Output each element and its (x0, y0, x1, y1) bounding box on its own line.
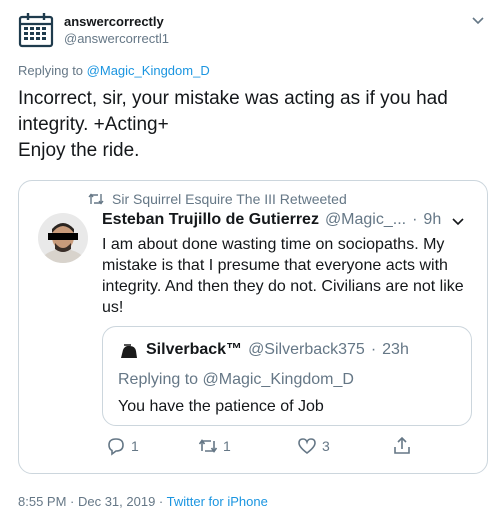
inner-author-handle[interactable]: @Silverback375 (248, 341, 365, 359)
like-count: 3 (322, 438, 330, 454)
quoted-tweet-header: Esteban Trujillo de Gutierrez @Magic_...… (102, 211, 482, 229)
retweet-count: 1 (223, 438, 231, 454)
reply-mention-link[interactable]: @Magic_Kingdom_D (87, 63, 210, 78)
chevron-down-icon[interactable] (450, 213, 466, 229)
chevron-down-icon[interactable] (470, 12, 486, 28)
retweet-icon (88, 192, 104, 206)
share-icon (392, 436, 412, 456)
quoted-tweet-text: I am about done wasting time on sociopat… (102, 236, 464, 316)
author-name[interactable]: answercorrectly (64, 14, 164, 29)
reply-icon (106, 436, 126, 456)
inner-quoted-header: Silverback™ @Silverback375 · 23h (146, 341, 409, 359)
inner-time[interactable]: 23h (382, 341, 409, 359)
like-button[interactable]: 3 (297, 436, 330, 456)
gorilla-avatar-icon[interactable] (119, 342, 139, 360)
inner-tweet-text: You have the patience of Job (118, 398, 324, 415)
calendar-avatar-icon[interactable] (18, 12, 54, 48)
quoted-time[interactable]: 9h (423, 211, 441, 229)
tweet-source-link[interactable]: Twitter for iPhone (167, 494, 268, 509)
quoted-author-handle[interactable]: @Magic_... (325, 211, 406, 229)
quoted-author-avatar[interactable] (38, 213, 88, 263)
inner-author-name[interactable]: Silverback™ (146, 341, 242, 359)
replying-prefix: Replying to (18, 63, 84, 78)
author-handle[interactable]: @answercorrectl1 (64, 31, 169, 46)
heart-icon (297, 436, 317, 456)
quoted-author-name[interactable]: Esteban Trujillo de Gutierrez (102, 211, 319, 229)
separator: · (412, 211, 418, 228)
inner-replying-to: Replying to @Magic_Kingdom_D (118, 371, 354, 388)
reply-count: 1 (131, 438, 139, 454)
retweet-icon (198, 436, 218, 456)
retweeted-by-line: Sir Squirrel Esquire The III Retweeted (88, 191, 347, 207)
tweet-footer: 8:55 PM · Dec 31, 2019 · Twitter for iPh… (18, 494, 268, 509)
reply-button[interactable]: 1 (106, 436, 139, 456)
share-button[interactable] (392, 436, 412, 456)
retweeted-by-text[interactable]: Sir Squirrel Esquire The III Retweeted (112, 191, 347, 207)
separator: · (370, 341, 377, 358)
retweet-button[interactable]: 1 (198, 436, 231, 456)
tweet-text: Incorrect, sir, your mistake was acting … (18, 88, 448, 161)
replying-to: Replying to @Magic_Kingdom_D (18, 63, 210, 78)
tweet-timestamp[interactable]: 8:55 PM · Dec 31, 2019 · (18, 494, 163, 509)
